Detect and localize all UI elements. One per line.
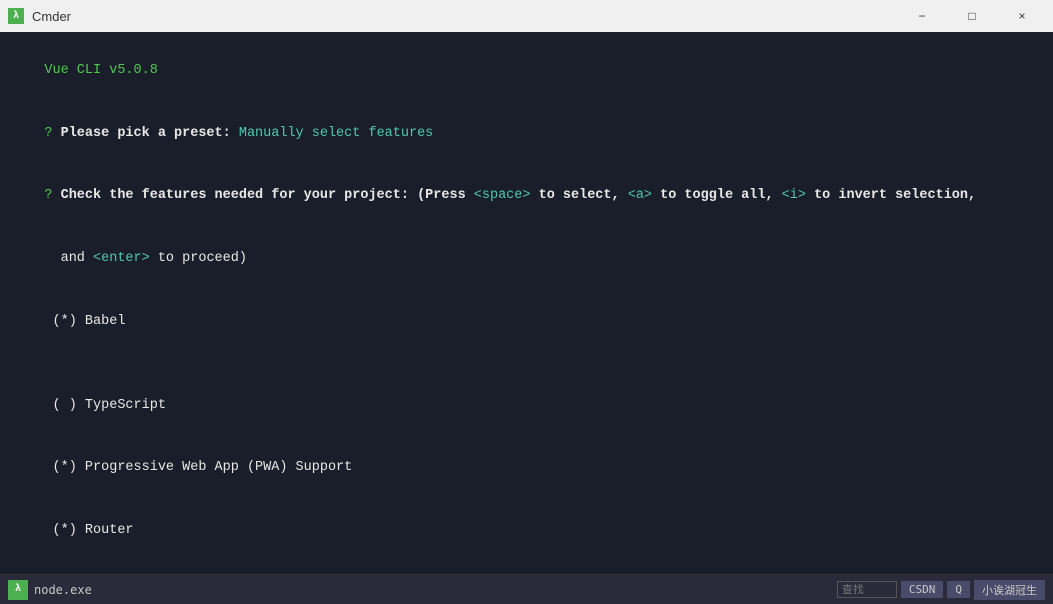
router-line: (*) Router <box>12 500 1041 563</box>
pick-preset-line: ? Please pick a preset: Manually select … <box>12 103 1041 166</box>
status-bar: λ node.exe CSDN Q 小诶湖冠生 <box>0 574 1053 604</box>
typescript-line: ( ) TypeScript <box>12 375 1041 438</box>
a-key: <a> <box>628 188 652 203</box>
process-name: node.exe <box>34 583 837 597</box>
to-proceed-text: to proceed) <box>150 251 247 266</box>
i-key: <i> <box>782 188 806 203</box>
minimize-button[interactable]: − <box>899 0 945 32</box>
manually-select-text: Manually select features <box>239 126 433 141</box>
pwa-text: (*) Progressive Web App (PWA) Support <box>44 460 352 475</box>
close-button[interactable]: × <box>999 0 1045 32</box>
status-icon: λ <box>8 580 28 600</box>
terminal-area: Vue CLI v5.0.8 ? Please pick a preset: M… <box>0 32 1053 574</box>
prompt-mark-1: ? <box>44 126 60 141</box>
pick-preset-label: Please pick a preset: <box>61 126 239 141</box>
to-select-text: to select, <box>531 188 628 203</box>
router-text: (*) Router <box>44 523 133 538</box>
q-button[interactable]: Q <box>947 581 970 598</box>
csdn-button[interactable]: CSDN <box>901 581 944 598</box>
vuex-line: ( ) Vuex <box>12 563 1041 574</box>
maximize-button[interactable]: □ <box>949 0 995 32</box>
search-input[interactable] <box>837 581 897 598</box>
babel-line: (*) Babel <box>12 291 1041 375</box>
extra-button[interactable]: 小诶湖冠生 <box>974 580 1045 600</box>
vue-version-text: Vue CLI v5.0.8 <box>44 63 157 78</box>
and-enter-line: and <enter> to proceed) <box>12 228 1041 291</box>
babel-text: (*) Babel <box>44 314 125 329</box>
invert-text: to invert selection, <box>806 188 976 203</box>
status-right-area: CSDN Q 小诶湖冠生 <box>837 580 1045 600</box>
vue-version-line: Vue CLI v5.0.8 <box>12 40 1041 103</box>
app-icon: λ <box>8 8 24 24</box>
window-title: Cmder <box>32 9 899 24</box>
typescript-text: ( ) TypeScript <box>44 398 166 413</box>
check-features-text: Check the features needed for your proje… <box>61 188 474 203</box>
title-bar: λ Cmder − □ × <box>0 0 1053 32</box>
space-key: <space> <box>474 188 531 203</box>
prompt-mark-2: ? <box>44 188 60 203</box>
check-features-line: ? Check the features needed for your pro… <box>12 166 1041 229</box>
toggle-all-text: to toggle all, <box>652 188 782 203</box>
pwa-line: (*) Progressive Web App (PWA) Support <box>12 438 1041 501</box>
and-text: and <box>44 251 93 266</box>
enter-key: <enter> <box>93 251 150 266</box>
window-controls: − □ × <box>899 0 1045 32</box>
